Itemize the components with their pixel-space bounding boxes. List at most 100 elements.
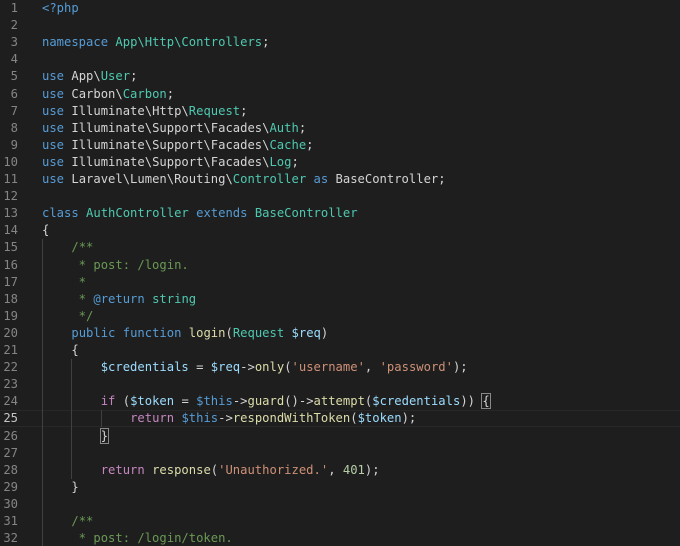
line-number[interactable]: 11 <box>0 171 18 188</box>
line-number[interactable]: 16 <box>0 257 18 274</box>
code-text[interactable]: } <box>42 479 78 496</box>
code-text[interactable]: use Carbon\Carbon; <box>42 86 174 103</box>
code-line[interactable]: 15 /** <box>0 239 680 256</box>
line-number[interactable]: 28 <box>0 462 18 479</box>
code-line[interactable]: 7 use Illuminate\Http\Request; <box>0 103 680 120</box>
code-line[interactable]: 31 /** <box>0 513 680 530</box>
code-text[interactable]: use Laravel\Lumen\Routing\Controller as … <box>42 171 446 188</box>
code-line[interactable]: 22 $credentials = $req->only('username',… <box>0 359 680 376</box>
code-text[interactable]: namespace App\Http\Controllers; <box>42 34 269 51</box>
code-text[interactable]: public function login(Request $req) <box>42 325 328 342</box>
code-line[interactable]: 5 use App\User; <box>0 68 680 85</box>
code-token: ()-> <box>284 394 314 409</box>
code-text[interactable]: use Illuminate\Support\Facades\Auth; <box>42 120 306 137</box>
line-number[interactable]: 5 <box>0 68 18 85</box>
line-number[interactable]: 9 <box>0 137 18 154</box>
line-number[interactable]: 21 <box>0 342 18 359</box>
code-line[interactable]: 19 */ <box>0 308 680 325</box>
code-text[interactable]: * post: /login/token. <box>42 530 233 546</box>
line-number[interactable]: 7 <box>0 103 18 120</box>
line-number[interactable]: 30 <box>0 496 18 513</box>
code-line[interactable]: 16 * post: /login. <box>0 257 680 274</box>
code-editor[interactable]: 1 <?php 2 3 namespace App\Http\Controllers; 4… <box>0 0 680 546</box>
code-line[interactable]: 14 { <box>0 222 680 239</box>
code-text[interactable]: /** <box>42 513 93 530</box>
line-number[interactable]: 13 <box>0 205 18 222</box>
code-token: use <box>42 172 65 186</box>
code-text[interactable]: return $this->respondWithToken($token); <box>42 410 416 427</box>
line-number[interactable]: 3 <box>0 34 18 51</box>
code-line[interactable]: 24 if ($token = $this->guard()->attempt(… <box>0 393 680 410</box>
code-line[interactable]: 3 namespace App\Http\Controllers; <box>0 34 680 51</box>
code-line[interactable]: 32 * post: /login/token. <box>0 530 680 546</box>
line-number[interactable]: 17 <box>0 274 18 291</box>
code-text[interactable]: { <box>42 222 49 239</box>
line-number[interactable]: 1 <box>0 0 18 17</box>
code-token: } <box>99 427 110 444</box>
code-text[interactable]: use Illuminate\Http\Request; <box>42 103 247 120</box>
code-text[interactable]: use Illuminate\Support\Facades\Log; <box>42 154 299 171</box>
line-number[interactable]: 26 <box>0 428 18 445</box>
line-number[interactable]: 25 <box>0 410 18 427</box>
code-text[interactable]: if ($token = $this->guard()->attempt($cr… <box>42 393 491 410</box>
line-number[interactable]: 23 <box>0 376 18 393</box>
line-number[interactable]: 15 <box>0 239 18 256</box>
code-text[interactable]: use App\User; <box>42 68 137 85</box>
line-number[interactable]: 14 <box>0 222 18 239</box>
line-number[interactable]: 19 <box>0 308 18 325</box>
code-token: AuthController <box>86 206 189 221</box>
code-text[interactable]: } <box>42 427 110 445</box>
line-number[interactable]: 6 <box>0 86 18 103</box>
line-number[interactable]: 27 <box>0 445 18 462</box>
code-line[interactable]: 10 use Illuminate\Support\Facades\Log; <box>0 154 680 171</box>
code-text[interactable]: * post: /login. <box>42 257 189 274</box>
code-token: BaseController <box>254 206 358 221</box>
code-line[interactable]: 9 use Illuminate\Support\Facades\Cache; <box>0 137 680 154</box>
code-text[interactable]: class AuthController extends BaseControl… <box>42 205 358 222</box>
line-number[interactable]: 18 <box>0 291 18 308</box>
line-number[interactable]: 31 <box>0 513 18 530</box>
line-number[interactable]: 12 <box>0 188 18 205</box>
code-text[interactable]: return response('Unauthorized.', 401); <box>42 462 380 479</box>
code-line[interactable]: 23 <box>0 376 680 393</box>
code-text[interactable]: use Illuminate\Support\Facades\Cache; <box>42 137 314 154</box>
code-line[interactable]: 18 * @return string <box>0 291 680 308</box>
code-line[interactable]: 4 <box>0 51 680 68</box>
code-line[interactable]: 20 public function login(Request $req) <box>0 325 680 342</box>
code-line[interactable]: 26 } <box>0 427 680 445</box>
code-text[interactable]: { <box>42 342 78 359</box>
code-token: $req <box>210 360 241 375</box>
code-line[interactable]: 12 <box>0 188 680 205</box>
line-number[interactable]: 24 <box>0 393 18 410</box>
code-text[interactable]: * <box>42 274 86 291</box>
code-text[interactable]: * @return string <box>42 291 196 308</box>
code-line[interactable]: 30 <box>0 496 680 513</box>
line-number[interactable]: 2 <box>0 17 18 34</box>
code-line[interactable]: 1 <?php <box>0 0 680 17</box>
code-text[interactable]: <?php <box>42 0 79 17</box>
line-number[interactable]: 20 <box>0 325 18 342</box>
line-number[interactable]: 32 <box>0 530 18 546</box>
code-line[interactable]: 2 <box>0 17 680 34</box>
line-number[interactable]: 8 <box>0 120 18 137</box>
line-number[interactable]: 22 <box>0 359 18 376</box>
code-line[interactable]: 17 * <box>0 274 680 291</box>
code-line[interactable]: 25 return $this->respondWithToken($token… <box>0 410 680 427</box>
code-text[interactable]: */ <box>42 308 94 325</box>
code-line[interactable]: 21 { <box>0 342 680 359</box>
code-token: */ <box>42 308 94 323</box>
code-line[interactable]: 11 use Laravel\Lumen\Routing\Controller a… <box>0 171 680 188</box>
code-line[interactable]: 6 use Carbon\Carbon; <box>0 86 680 103</box>
code-line[interactable]: 29 } <box>0 479 680 496</box>
code-line[interactable]: 28 return response('Unauthorized.', 401)… <box>0 462 680 479</box>
code-token: class <box>42 206 79 221</box>
code-text[interactable]: $credentials = $req->only('username', 'p… <box>42 359 468 376</box>
code-line[interactable]: 13 class AuthController extends BaseContr… <box>0 205 680 222</box>
line-number[interactable]: 10 <box>0 154 18 171</box>
line-number[interactable]: 29 <box>0 479 18 496</box>
code-text[interactable]: /** <box>42 239 93 256</box>
code-line[interactable]: 27 <box>0 445 680 462</box>
line-number[interactable]: 4 <box>0 51 18 68</box>
code-line[interactable]: 8 use Illuminate\Support\Facades\Auth; <box>0 120 680 137</box>
